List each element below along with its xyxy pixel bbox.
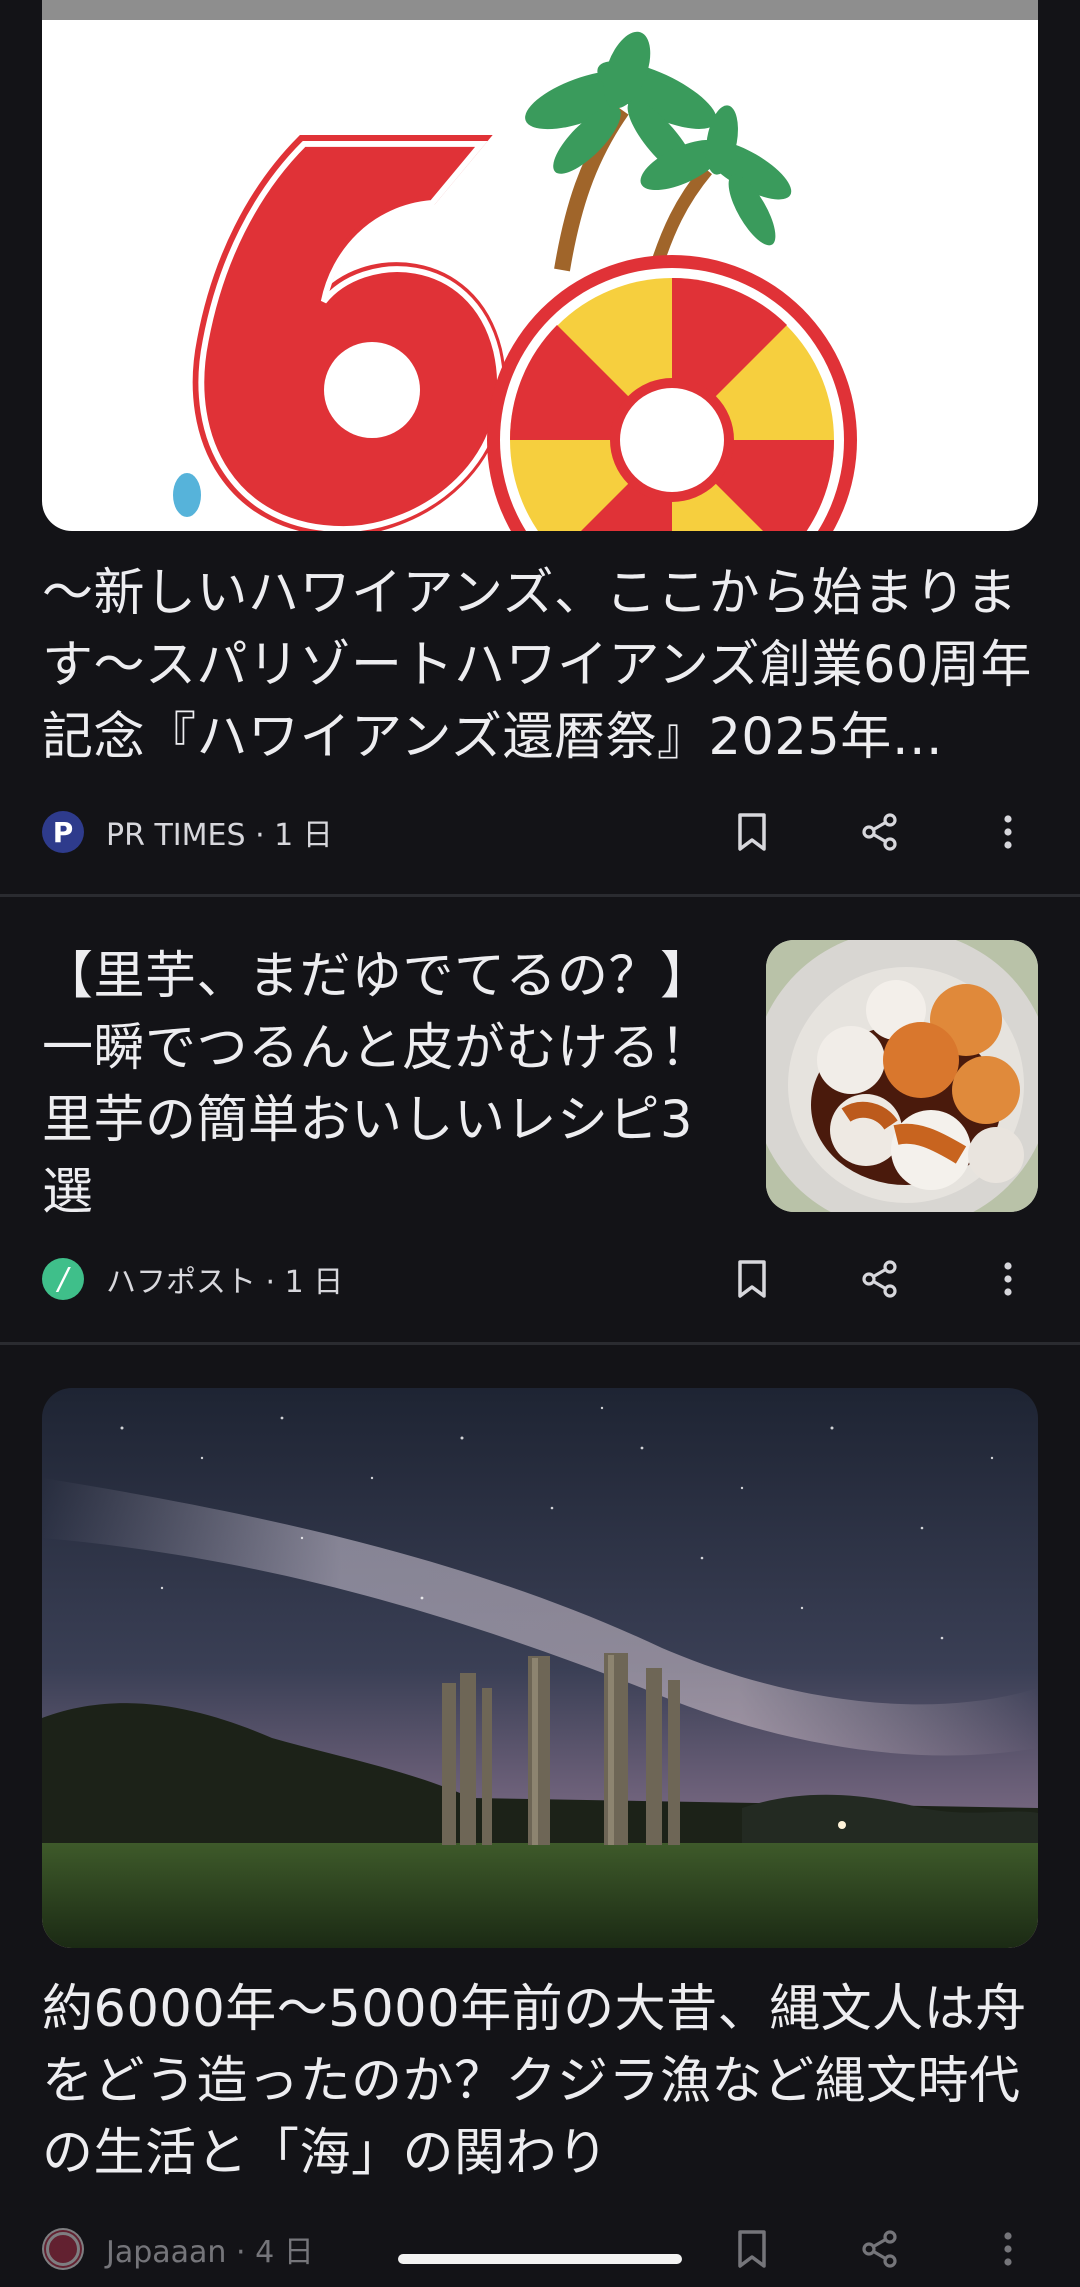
article-age: 1 日 xyxy=(274,818,333,853)
separator: · xyxy=(236,2235,246,2270)
source-logo-letter: / xyxy=(57,1261,69,1297)
article-card-jomon[interactable]: 約6000年〜5000年前の大昔、縄文人は舟をどう造ったのか？クジラ漁など縄文時… xyxy=(0,1345,1080,2287)
article-actions xyxy=(722,1249,1038,1309)
article-image-hawaiians[interactable] xyxy=(42,0,1038,531)
share-button[interactable] xyxy=(850,2219,910,2279)
more-options-button[interactable] xyxy=(978,802,1038,862)
bookmark-icon xyxy=(738,2230,766,2268)
article-actions xyxy=(722,802,1038,862)
source-logo-japaaan xyxy=(42,2228,84,2270)
share-icon xyxy=(862,2230,897,2268)
hawaiians-60-logo-image xyxy=(42,0,1038,531)
article-age: 1 日 xyxy=(284,1265,344,1300)
more-vert-icon xyxy=(1004,1262,1012,1296)
article-meta: / ハフポスト · 1 日 xyxy=(42,1249,1038,1309)
more-options-button[interactable] xyxy=(978,2219,1038,2279)
bookmark-button[interactable] xyxy=(722,2219,782,2279)
article-card-hawaiians[interactable]: 〜新しいハワイアンズ、ここから始まります〜スパリゾートハワイアンズ創業60周年記… xyxy=(0,0,1080,895)
more-options-button[interactable] xyxy=(978,1249,1038,1309)
home-indicator[interactable] xyxy=(398,2254,682,2264)
separator: · xyxy=(255,818,265,853)
article-actions xyxy=(722,2219,1038,2279)
share-button[interactable] xyxy=(850,802,910,862)
article-thumbnail-taro[interactable] xyxy=(766,940,1038,1212)
source-name: ハフポスト xyxy=(106,1265,256,1300)
bookmark-button[interactable] xyxy=(722,802,782,862)
article-headline[interactable]: 〜新しいハワイアンズ、ここから始まります〜スパリゾートハワイアンズ創業60周年記… xyxy=(42,558,1038,774)
source-name: Japaaan xyxy=(106,2235,227,2270)
bookmark-icon xyxy=(738,1260,766,1298)
share-button[interactable] xyxy=(850,1249,910,1309)
source-logo-pr-times: P xyxy=(42,811,84,853)
article-card-taro[interactable]: 【里芋、まだゆでてるの？】一瞬でつるんと皮がむける！里芋の簡単おいしいレシピ3選 xyxy=(0,897,1080,1343)
bookmark-icon xyxy=(738,813,766,851)
article-image-jomon[interactable] xyxy=(42,1388,1038,1948)
source-logo-letter: P xyxy=(52,815,74,849)
milky-way-pillars-image xyxy=(42,1388,1038,1948)
source-logo-huffpost: / xyxy=(42,1258,84,1300)
source-name: PR TIMES xyxy=(106,818,246,853)
source-line: ハフポスト · 1 日 xyxy=(106,1257,343,1301)
more-vert-icon xyxy=(1004,815,1012,849)
share-icon xyxy=(862,1260,897,1298)
more-vert-icon xyxy=(1004,2232,1012,2266)
taro-dish-image xyxy=(766,940,1038,1212)
bookmark-button[interactable] xyxy=(722,1249,782,1309)
article-headline[interactable]: 【里芋、まだゆでてるの？】一瞬でつるんと皮がむける！里芋の簡単おいしいレシピ3選 xyxy=(42,941,732,1231)
article-meta: Japaaan · 4 日 xyxy=(42,2219,1038,2279)
article-meta: P PR TIMES · 1 日 xyxy=(42,802,1038,862)
separator: · xyxy=(265,1265,276,1300)
source-line: PR TIMES · 1 日 xyxy=(106,810,333,854)
article-age: 4 日 xyxy=(255,2235,314,2270)
source-line: Japaaan · 4 日 xyxy=(106,2227,314,2271)
article-headline[interactable]: 約6000年〜5000年前の大昔、縄文人は舟をどう造ったのか？クジラ漁など縄文時… xyxy=(42,1974,1038,2190)
share-icon xyxy=(862,813,897,851)
